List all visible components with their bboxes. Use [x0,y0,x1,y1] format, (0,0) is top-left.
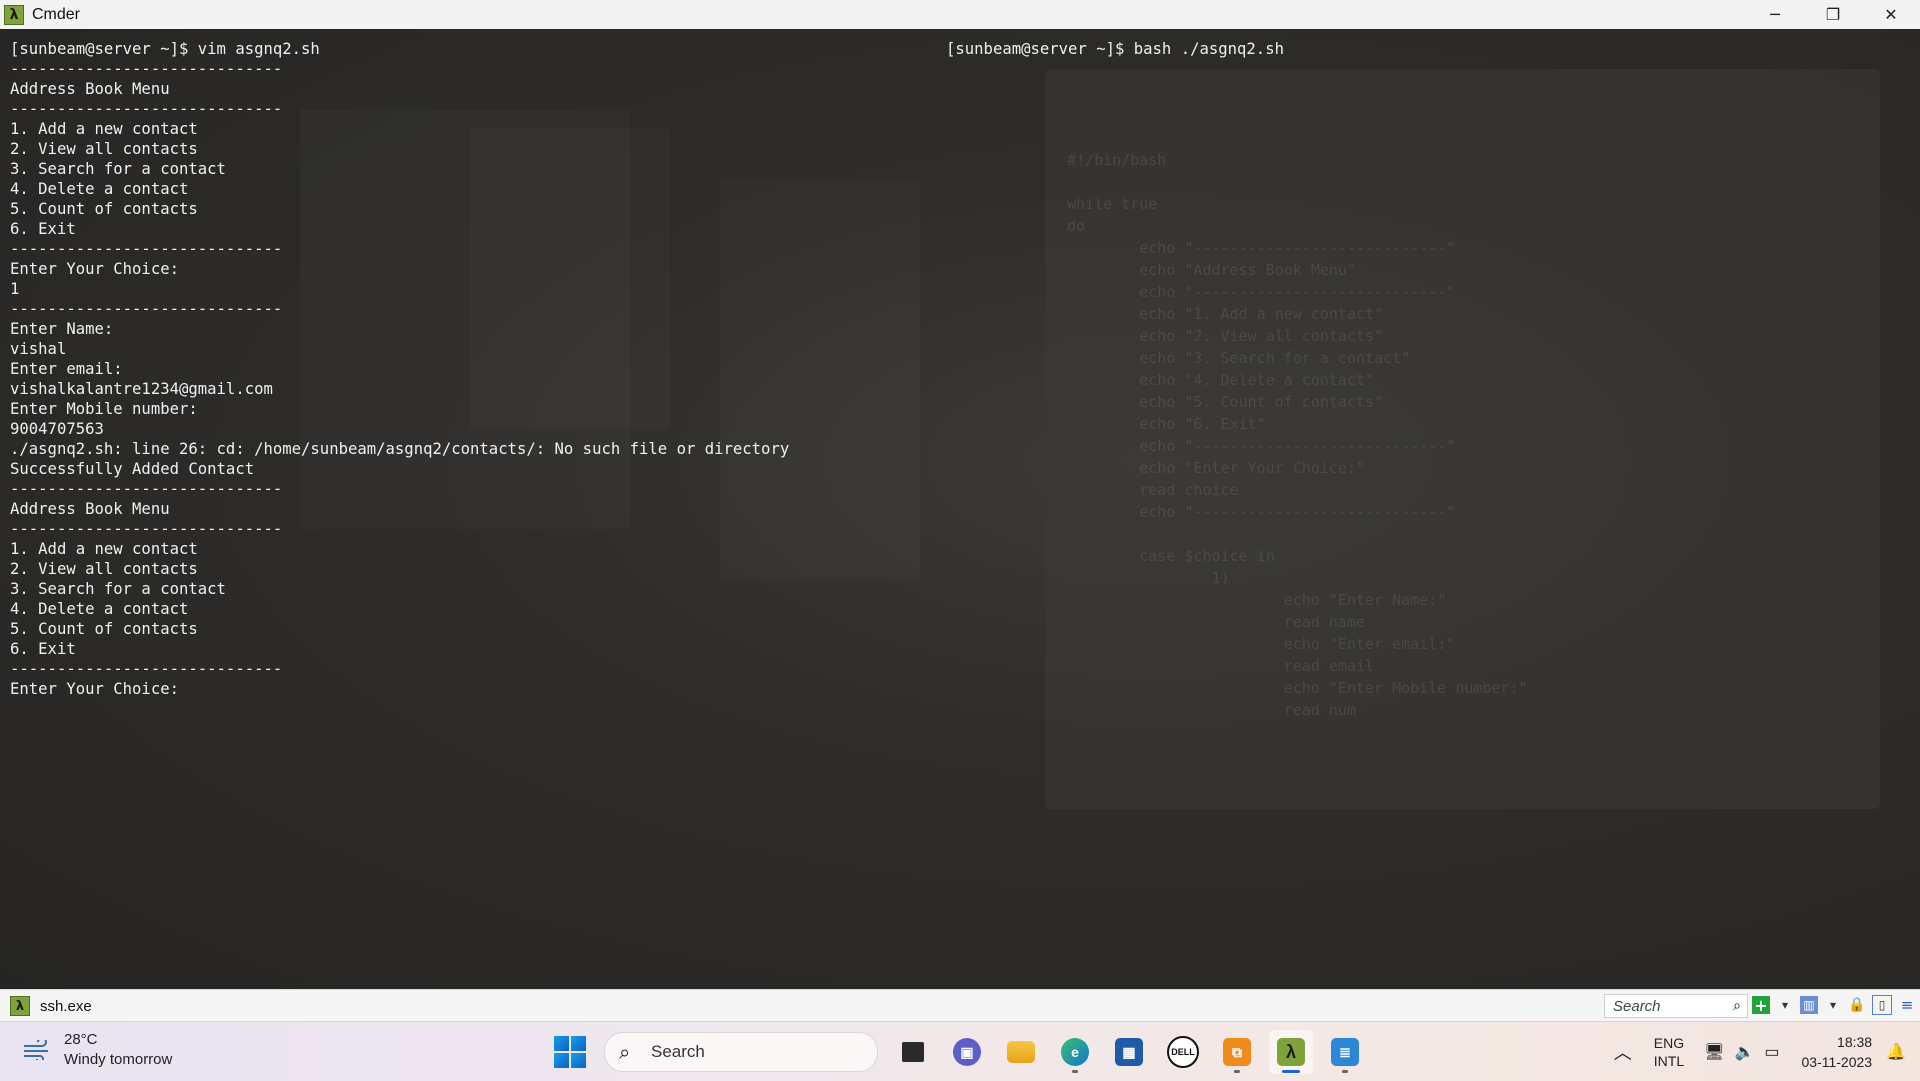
background-editor-window: File Edit View #!/bin/bash while true do… [1045,69,1880,809]
tray-icons: 🖥 🔈 ▭ [1704,1042,1779,1062]
task-view-button[interactable] [891,1030,935,1074]
cmder-lambda-icon: λ [4,4,24,25]
file-explorer-button[interactable] [999,1030,1043,1074]
taskbar-apps: ⌕ Search ▣ e ▦ DELL ⧉ λ ≣ [554,1030,1372,1074]
tab-ssh[interactable]: λ ssh.exe [6,994,92,1018]
keyboard-layout: INTL [1653,1052,1685,1069]
close-button[interactable]: ✕ [1862,0,1920,29]
volume-icon[interactable]: 🔈 [1734,1042,1754,1062]
chevron-down-icon[interactable]: ▾ [1824,996,1842,1014]
running-indicator [1342,1070,1348,1073]
battery-icon[interactable]: ▭ [1764,1042,1779,1062]
clock[interactable]: 18:38 03-11-2023 [1802,1032,1873,1072]
windows-logo-icon [554,1036,569,1051]
active-indicator [1282,1070,1300,1073]
weather-description: Windy tomorrow [64,1051,173,1068]
close-icon: ✕ [1884,5,1898,24]
teams-chat-button[interactable]: ▣ [945,1030,989,1074]
restore-button[interactable]: ❐ [1804,0,1862,29]
notification-bell-icon[interactable]: 🔔 [1886,1042,1906,1062]
search-icon: ⌕ [619,1040,631,1064]
remote-app-button[interactable]: ⧉ [1215,1030,1259,1074]
cmder-lambda-icon: λ [1277,1038,1305,1066]
remote-desktop-icon: ⧉ [1223,1038,1251,1066]
language-indicator[interactable]: ENG INTL [1654,1034,1684,1070]
clock-time: 18:38 [1837,1033,1873,1050]
notepad-icon: ≣ [1331,1038,1359,1066]
new-console-icon[interactable]: + [1752,996,1770,1015]
taskbar-search-label: Search [651,1042,705,1061]
split-view-icon[interactable]: ▥ [1800,996,1818,1014]
terminal-area[interactable]: File Edit View #!/bin/bash while true do… [0,29,1920,989]
network-icon[interactable]: 🖥 [1704,1042,1724,1062]
terminal-output-left: [sunbeam@server ~]$ vim asgnq2.sh ------… [10,40,790,698]
chevron-down-icon[interactable]: ▾ [1776,996,1794,1014]
minimize-icon: ─ [1770,5,1780,24]
window-title: Cmder [32,5,81,23]
minimize-button[interactable]: ─ [1746,0,1804,29]
tab-search-placeholder: Search [1613,997,1661,1015]
weather-widget[interactable]: 28°C Windy tomorrow [22,1030,172,1070]
system-tray: ︿ ENG INTL 🖥 🔈 ▭ 18:38 03-11-2023 🔔 [1614,1022,1920,1081]
windows-taskbar: 28°C Windy tomorrow ⌕ Search ▣ e ▦ DELL [0,1021,1920,1081]
task-view-icon [902,1042,924,1062]
layout-icon[interactable]: ▯ [1872,995,1892,1015]
tab-label: ssh.exe [40,997,92,1015]
weather-temperature: 28°C [64,1031,98,1048]
dell-icon: DELL [1167,1036,1199,1068]
edge-browser-button[interactable]: e [1053,1030,1097,1074]
edge-icon: e [1061,1038,1089,1066]
running-indicator [1072,1070,1078,1073]
folder-icon [1007,1041,1035,1063]
notepad-button[interactable]: ≣ [1323,1030,1367,1074]
background-editor-code: #!/bin/bash while true do echo "--------… [1067,151,1528,719]
wind-icon [22,1037,52,1063]
window-controls: ─ ❐ ✕ [1746,0,1920,29]
tab-search-input[interactable]: Search ⌕ [1604,994,1748,1018]
running-indicator [1234,1070,1240,1073]
chevron-up-icon[interactable]: ︿ [1614,1039,1632,1065]
chat-icon: ▣ [953,1038,981,1066]
cmder-tabbar: λ ssh.exe Search ⌕ + ▾ ▥ ▾ 🔒 ▯ ≡ [0,989,1920,1022]
microsoft-store-button[interactable]: ▦ [1107,1030,1151,1074]
language-code: ENG [1653,1034,1685,1051]
menu-icon[interactable]: ≡ [1898,996,1916,1014]
dell-app-button[interactable]: DELL [1161,1030,1205,1074]
start-button[interactable] [554,1036,586,1068]
tab-toolbar: + ▾ ▥ ▾ 🔒 ▯ ≡ [1752,995,1916,1015]
lock-icon[interactable]: 🔒 [1848,996,1866,1014]
cmder-taskbar-button[interactable]: λ [1269,1030,1313,1074]
terminal-output-right: [sunbeam@server ~]$ bash ./asgnq2.sh [946,40,1284,58]
search-icon: ⌕ [1733,998,1741,1014]
restore-icon: ❐ [1825,5,1841,24]
taskbar-search[interactable]: ⌕ Search [604,1032,878,1072]
clock-date: 03-11-2023 [1801,1053,1873,1070]
cmder-lambda-icon: λ [10,996,30,1016]
store-icon: ▦ [1115,1038,1143,1066]
window-titlebar: λ Cmder ─ ❐ ✕ [0,0,1920,29]
